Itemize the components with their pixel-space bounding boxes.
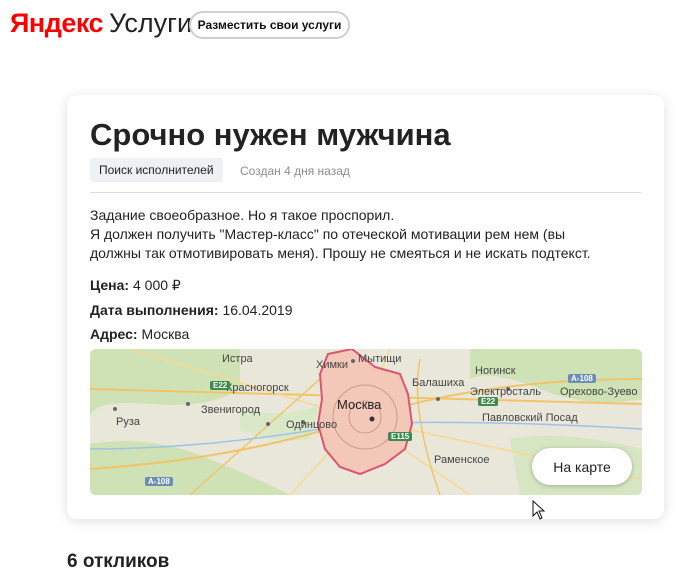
address-label: Адрес: [90,326,138,342]
logo-yandex: Яндекс [10,8,104,38]
address-field: Адрес: Москва [90,326,189,342]
price-value: 4 000 ₽ [132,277,181,293]
road-sign: E22 [210,381,231,390]
description-line: Задание своеобразное. Но я такое проспор… [90,207,395,223]
road-sign: A-108 [145,477,173,486]
date-label: Дата выполнения: [90,302,219,318]
map-label: Одинцово [286,419,338,431]
description-line: Я должен получить "Мастер-класс" по отеч… [90,226,566,242]
map-label: Ногинск [475,365,516,377]
post-services-button[interactable]: Разместить свои услуги [189,11,350,39]
price-label: Цена: [90,277,130,293]
map-label-city: Москва [337,397,382,412]
logo-services: Услуги [109,8,193,38]
responses-heading: 6 откликов [67,551,170,572]
map-label: Мытищи [358,353,402,365]
show-on-map-button[interactable]: На карте [532,448,632,485]
task-title: Срочно нужен мужчина [90,117,451,152]
map-label: Истра [222,353,253,365]
mouse-cursor-icon [532,500,546,520]
date-field: Дата выполнения: 16.04.2019 [90,302,293,318]
yandex-services-logo[interactable]: Яндекс Услуги [10,8,192,39]
map-label: Красногорск [226,382,289,394]
road-sign: E115 [388,432,413,441]
road-sign: A-108 [568,374,596,383]
task-description: Задание своеобразное. Но я такое проспор… [90,206,645,263]
map-label: Балашиха [412,377,465,389]
address-map[interactable]: Истра Химки Мытищи Ногинск Красногорск Б… [90,349,642,495]
address-value: Москва [141,326,190,342]
road-sign: E22 [478,397,499,406]
date-value: 16.04.2019 [222,302,293,318]
map-label: Орехово-Зуево [560,386,638,398]
map-label: Звенигород [201,404,261,416]
created-time: Создан 4 дня назад [240,164,350,178]
task-card: Срочно нужен мужчина Поиск исполнителей … [67,95,664,519]
map-label: Руза [116,416,140,428]
map-label: Химки [316,359,349,371]
description-line: должны так отмотивировать меня). Прошу н… [90,245,591,261]
category-tag[interactable]: Поиск исполнителей [90,158,223,182]
price-field: Цена: 4 000 ₽ [90,277,181,294]
divider [90,192,641,193]
map-label: Павловский Посад [482,412,578,424]
map-label: Раменское [434,454,490,466]
